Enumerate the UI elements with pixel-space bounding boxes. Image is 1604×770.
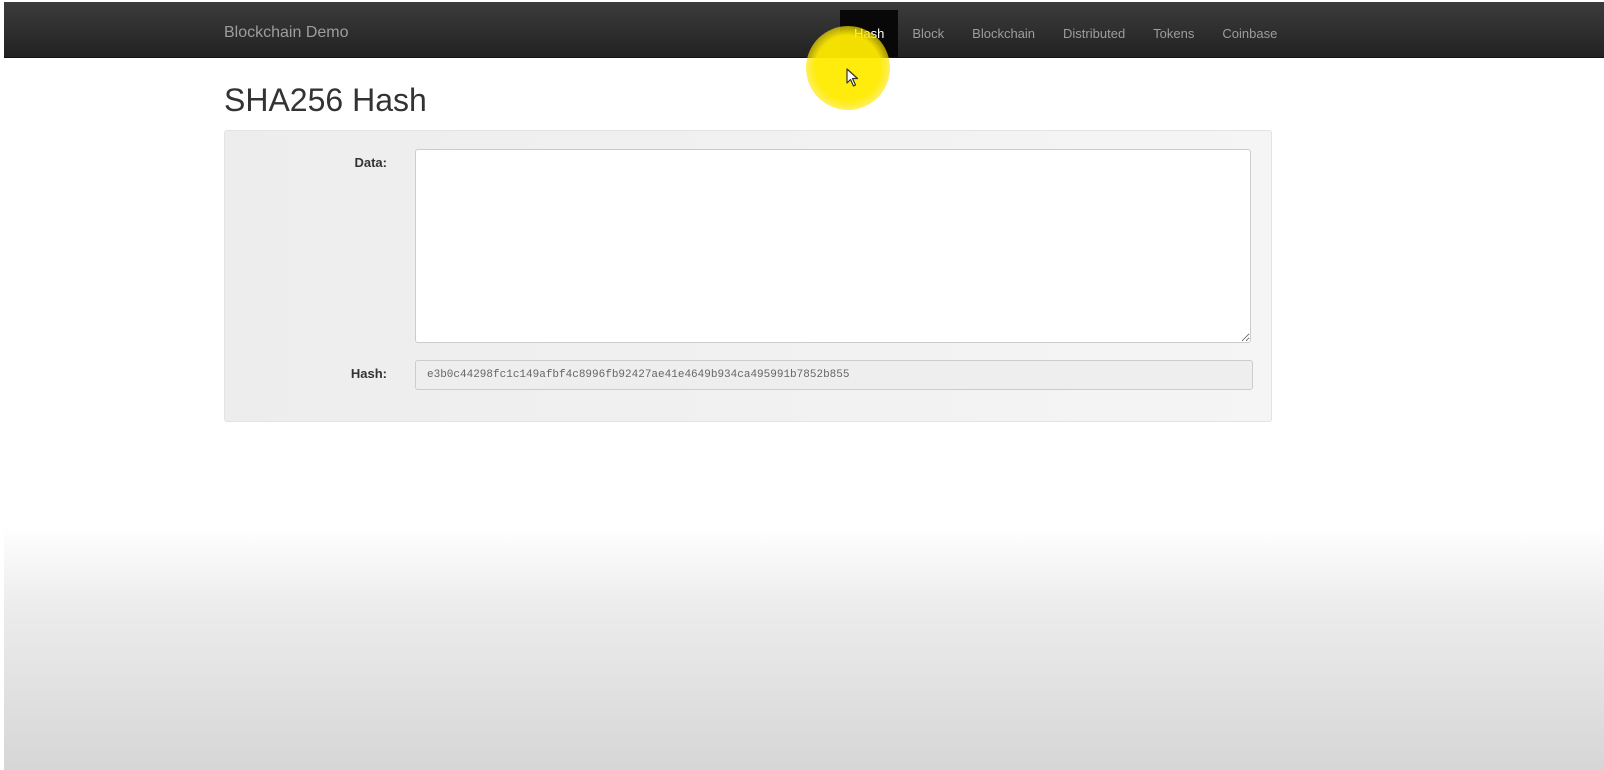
- hash-label: Hash:: [350, 366, 387, 381]
- top-navbar: Blockchain Demo Hash Block Blockchain Di…: [4, 2, 1604, 58]
- nav-item-block[interactable]: Block: [898, 10, 958, 57]
- hash-output-field: e3b0c44298fc1c149afbf4c8996fb92427ae41e4…: [415, 360, 1253, 390]
- data-textarea[interactable]: [415, 149, 1251, 343]
- data-label: Data:: [354, 155, 387, 170]
- nav-item-tokens[interactable]: Tokens: [1139, 10, 1208, 57]
- app-window: Blockchain Demo Hash Block Blockchain Di…: [4, 2, 1604, 770]
- page-title: SHA256 Hash: [224, 82, 427, 118]
- mouse-pointer-icon: [846, 68, 859, 87]
- nav-item-distributed[interactable]: Distributed: [1049, 10, 1139, 57]
- nav-item-coinbase[interactable]: Coinbase: [1208, 10, 1291, 57]
- nav-menu: Hash Block Blockchain Distributed Tokens…: [840, 10, 1291, 57]
- nav-item-blockchain[interactable]: Blockchain: [958, 10, 1049, 57]
- hash-form-panel: Data: Hash: e3b0c44298fc1c149afbf4c8996f…: [224, 130, 1272, 422]
- brand-link[interactable]: Blockchain Demo: [224, 2, 349, 57]
